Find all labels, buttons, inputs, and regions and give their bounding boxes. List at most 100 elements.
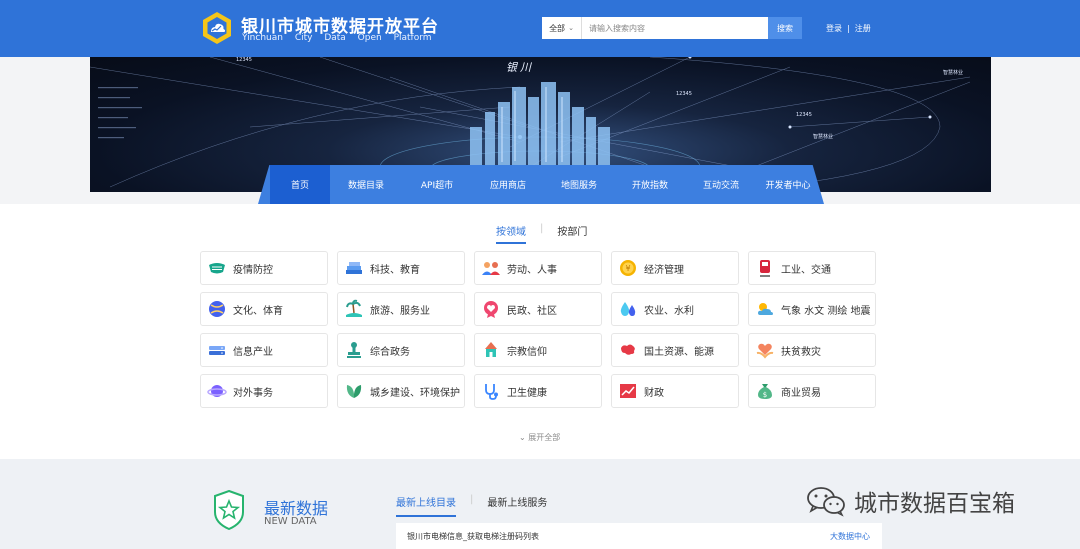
category-card[interactable]: 疫情防控 [200,251,328,285]
category-card[interactable]: 宗教信仰 [474,333,602,367]
category-card[interactable]: 农业、水利 [611,292,739,326]
chevron-down-icon: ⌄ [568,24,574,32]
heart-badge-icon [480,299,501,320]
nav-item-home[interactable]: 首页 [270,165,330,204]
nav-item-api-market[interactable]: API超市 [402,165,472,204]
banner-city-name: 银川 [506,61,534,74]
shield-star-icon [213,489,245,531]
search-scope-select[interactable]: 全部 ⌄ [542,17,582,39]
category-card[interactable]: 信息产业 [200,333,328,367]
category-card[interactable]: 卫生健康 [474,374,602,408]
category-label: 城乡建设、环境保护 [370,387,460,399]
category-label: 民政、社区 [507,305,557,317]
category-card[interactable]: 国土资源、能源 [611,333,739,367]
category-card[interactable]: 文化、体育 [200,292,328,326]
search-input[interactable] [582,17,768,39]
wechat-watermark: 城市数据百宝箱 [806,484,1015,518]
new-data-subtitle: NEW DATA [264,516,317,527]
category-card[interactable]: 城乡建设、环境保护 [337,374,465,408]
hands-heart-icon [754,340,775,361]
people-icon [480,258,501,279]
platform-logo-icon[interactable] [200,11,234,45]
category-card[interactable]: 劳动、人事 [474,251,602,285]
register-link[interactable]: 注册 [855,24,871,33]
expand-all-button[interactable]: ⌄ 展开全部 [519,432,560,443]
category-label: 卫生健康 [507,387,547,399]
tab-by-department[interactable]: 按部门 [557,223,587,244]
login-link[interactable]: 登录 [826,24,842,33]
category-card[interactable]: 民政、社区 [474,292,602,326]
nav-item-open-index[interactable]: 开放指数 [614,165,686,204]
search-scope-label: 全部 [549,23,566,33]
page-root: 银川市城市数据开放平台 Yinchuan City Data Open Plat… [0,0,1080,549]
category-label: 工业、交通 [781,264,831,276]
watermark-text: 城市数据百宝箱 [854,491,1015,517]
category-card[interactable]: ¥ 经济管理 [611,251,739,285]
category-label: 信息产业 [233,346,273,358]
banner-label: 12345 [796,112,812,118]
tab-separator: | [540,223,544,234]
category-label: 文化、体育 [233,305,283,317]
train-icon [754,258,775,279]
category-label: 疫情防控 [233,264,273,276]
category-label: 对外事务 [233,387,273,399]
tab-by-domain[interactable]: 按领域 [496,223,526,244]
category-card[interactable]: 工业、交通 [748,251,876,285]
new-data-tabs: 最新上线目录 | 最新上线服务 [396,494,547,517]
books-icon [343,258,364,279]
globe-icon [206,381,227,402]
category-label: 财政 [644,387,664,399]
category-label: 劳动、人事 [507,264,557,276]
tab-new-catalog[interactable]: 最新上线目录 [396,494,456,517]
search-button[interactable]: 搜索 [768,17,802,39]
category-card[interactable]: 财政 [611,374,739,408]
money-bag-icon: $ [754,381,775,402]
category-card[interactable]: 旅游、服务业 [337,292,465,326]
auth-links: 登录 | 注册 [826,23,871,34]
tab-new-service[interactable]: 最新上线服务 [487,494,547,517]
ball-icon [206,299,227,320]
category-card[interactable]: 科技、教育 [337,251,465,285]
nav-item-map-service[interactable]: 地图服务 [544,165,614,204]
category-label: 综合政务 [370,346,410,358]
search-bar: 全部 ⌄ 搜索 [542,17,802,39]
category-label: 农业、水利 [644,305,694,317]
category-label: 宗教信仰 [507,346,547,358]
main-nav: 首页 数据目录 API超市 应用商店 地图服务 开放指数 互动交流 开发者中心 [258,165,824,204]
category-section: 按领域 | 按部门 疫情防控 科技、教育 劳动、人事 ¥ 经济管理 工业、交通 … [0,204,1080,459]
auth-separator: | [847,24,850,33]
category-card[interactable]: 综合政务 [337,333,465,367]
banner-label: 12345 [676,91,692,97]
island-icon [343,299,364,320]
category-label: 科技、教育 [370,264,420,276]
category-label: 扶贫救灾 [781,346,821,358]
stamp-icon [343,340,364,361]
water-drop-icon [617,299,638,320]
nav-item-app-store[interactable]: 应用商店 [472,165,544,204]
temple-icon [480,340,501,361]
brand-subtitle: Yinchuan City Data Open Platform [242,33,432,43]
weather-icon [754,299,775,320]
coin-icon: ¥ [617,258,638,279]
top-header: 银川市城市数据开放平台 Yinchuan City Data Open Plat… [0,0,1080,57]
stethoscope-icon [480,381,501,402]
nav-item-developer[interactable]: 开发者中心 [756,165,820,204]
category-card[interactable]: 对外事务 [200,374,328,408]
category-label: 商业贸易 [781,387,821,399]
category-label: 气象 水文 测绘 地震 [781,305,871,317]
wechat-icon [807,487,845,517]
category-card[interactable]: 气象 水文 测绘 地震 [748,292,876,326]
category-card[interactable]: 扶贫救灾 [748,333,876,367]
tab-separator: | [470,494,474,505]
nav-item-interaction[interactable]: 互动交流 [686,165,756,204]
expand-all-label: 展开全部 [528,433,561,442]
svg-text:¥: ¥ [625,264,630,273]
category-label: 经济管理 [644,264,684,276]
leaf-icon [343,381,364,402]
banner-label: 12345 [236,57,252,63]
category-card[interactable]: $ 商业贸易 [748,374,876,408]
banner-label: 智慧林业 [943,70,964,76]
new-data-row[interactable]: 银川市电梯信息_获取电梯注册码列表 大数据中心 [396,523,882,549]
nav-item-data-catalog[interactable]: 数据目录 [330,165,402,204]
chevron-down-icon: ⌄ [519,433,529,442]
